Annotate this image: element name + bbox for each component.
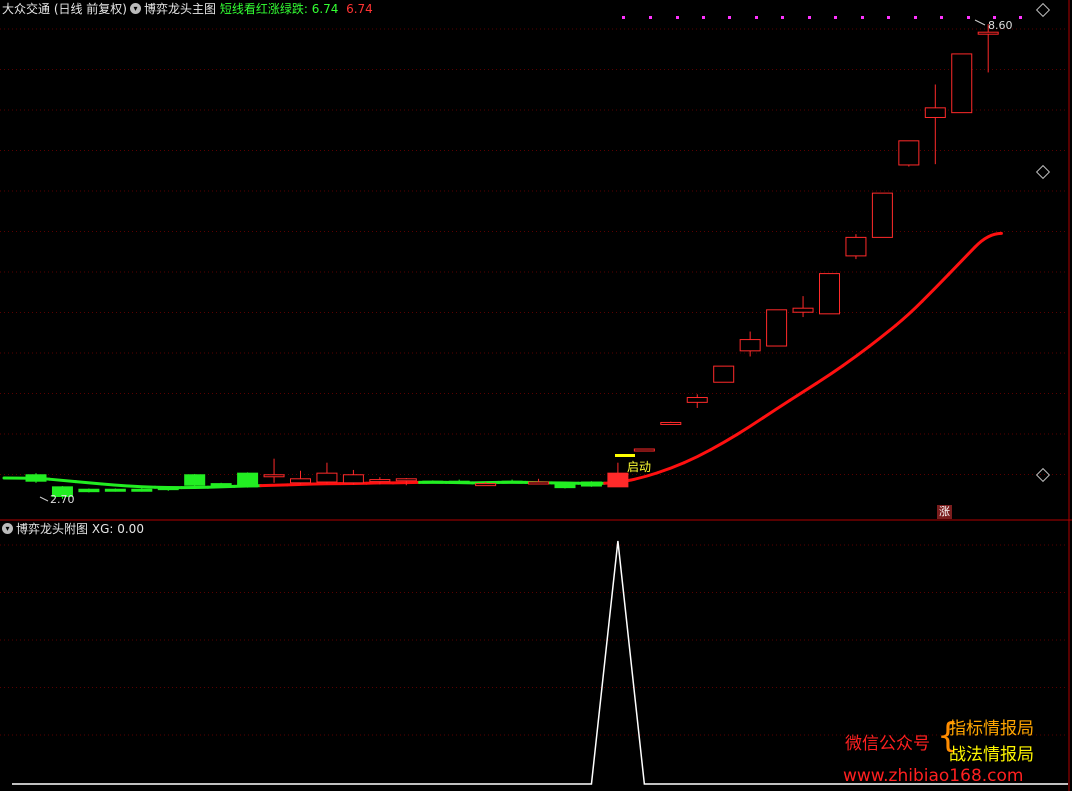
candle (845, 234, 867, 260)
candle-body (528, 481, 550, 485)
candle-body (263, 474, 285, 478)
high-label: 8.60 (988, 19, 1013, 32)
candle-body (501, 480, 523, 484)
candle-body (184, 474, 206, 486)
candle-body (78, 488, 100, 493)
candle-body (25, 474, 47, 482)
ma-segment (100, 482, 131, 488)
candle-body (369, 479, 391, 483)
chevron-down-icon[interactable]: ▾ (130, 3, 141, 14)
candle-body (845, 236, 867, 257)
candle-body (157, 487, 179, 491)
top-dot (781, 16, 784, 19)
candle-body (316, 472, 338, 483)
watermark: 微信公众号 { 指标情报局 战法情报局 www.zhibiao168.com (843, 714, 1060, 786)
top-dot (702, 16, 705, 19)
candle-body (210, 483, 232, 487)
start-marker (615, 454, 635, 457)
top-dot (649, 16, 652, 19)
low-label: 2.70 (50, 493, 75, 506)
candle-body (342, 474, 364, 484)
watermark-line1: 指标情报局 (949, 719, 1034, 739)
top-dot (834, 16, 837, 19)
legend-value-green: 6.74 (311, 2, 339, 16)
candle (713, 365, 735, 383)
candle-body (792, 307, 814, 313)
candle-body (607, 472, 629, 488)
top-dot (1019, 16, 1022, 19)
candle-body (924, 107, 946, 118)
start-label: 启动 (627, 460, 651, 474)
top-dot (914, 16, 917, 19)
candle (951, 53, 973, 114)
candle-body (131, 488, 153, 492)
candle (766, 309, 788, 347)
top-dot (940, 16, 943, 19)
top-dot (887, 16, 890, 19)
candle-body (739, 339, 761, 352)
candle-body (633, 448, 655, 452)
ma-segment (259, 483, 289, 488)
candle (660, 421, 682, 425)
top-dot (755, 16, 758, 19)
candle-body (422, 480, 444, 484)
candle-body (819, 273, 840, 315)
candle-body (977, 31, 999, 35)
xg-value: 0.00 (117, 522, 144, 536)
candle (25, 473, 47, 483)
sub-header: ▾ 博弈龙头附图 XG: 0.00 (2, 522, 144, 536)
chart-stage: 启动 8.60 2.70 (0, 0, 1072, 791)
candle (210, 482, 232, 487)
candle-body (580, 481, 602, 487)
top-dot (861, 16, 864, 19)
candle-body (871, 192, 893, 238)
candle-body (898, 140, 920, 166)
top-dot (808, 16, 811, 19)
candle-body (766, 309, 788, 347)
sub-indicator-name[interactable]: 博弈龙头附图 (16, 522, 88, 536)
candle-body (237, 472, 259, 488)
stock-name[interactable]: 大众交通 (日线 前复权) (2, 2, 127, 16)
candle (422, 480, 444, 484)
watermark-public: 微信公众号 (845, 734, 930, 754)
candle-body (104, 488, 126, 492)
candle (104, 488, 126, 492)
candle-body (951, 53, 973, 114)
candle (871, 192, 893, 238)
zhang-badge: 涨 (937, 505, 952, 519)
candle-body (475, 483, 497, 487)
candle-body (395, 478, 417, 482)
candle (580, 481, 602, 487)
chart-background (0, 0, 1072, 791)
candle (78, 488, 100, 493)
top-dot (676, 16, 679, 19)
main-indicator-name[interactable]: 博弈龙头主图 (144, 2, 216, 16)
xg-label: XG: (91, 522, 114, 536)
watermark-line2: 战法情报局 (949, 745, 1034, 765)
candle (819, 273, 840, 315)
candle-body (713, 365, 735, 383)
top-dot (967, 16, 970, 19)
candle (633, 448, 655, 452)
main-header: 大众交通 (日线 前复权) ▾ 博弈龙头主图 短线看红涨绿跌: 6.74 6.74 (2, 2, 373, 16)
candle (237, 472, 259, 488)
ma-segment (206, 484, 236, 489)
top-dot (622, 16, 625, 19)
candle-body (554, 483, 576, 489)
top-dot (728, 16, 731, 19)
candle (184, 473, 206, 487)
watermark-url: www.zhibiao168.com (843, 766, 1024, 786)
chevron-down-icon[interactable]: ▾ (2, 523, 13, 534)
legend-value-red: 6.74 (346, 2, 373, 16)
ma-segment (127, 484, 157, 489)
candle-body (686, 397, 708, 403)
candle-body (660, 421, 682, 425)
candle (898, 140, 920, 167)
candle-body (448, 480, 470, 484)
candle-body (290, 478, 311, 484)
legend-label: 短线看红涨绿跌: (219, 2, 308, 16)
